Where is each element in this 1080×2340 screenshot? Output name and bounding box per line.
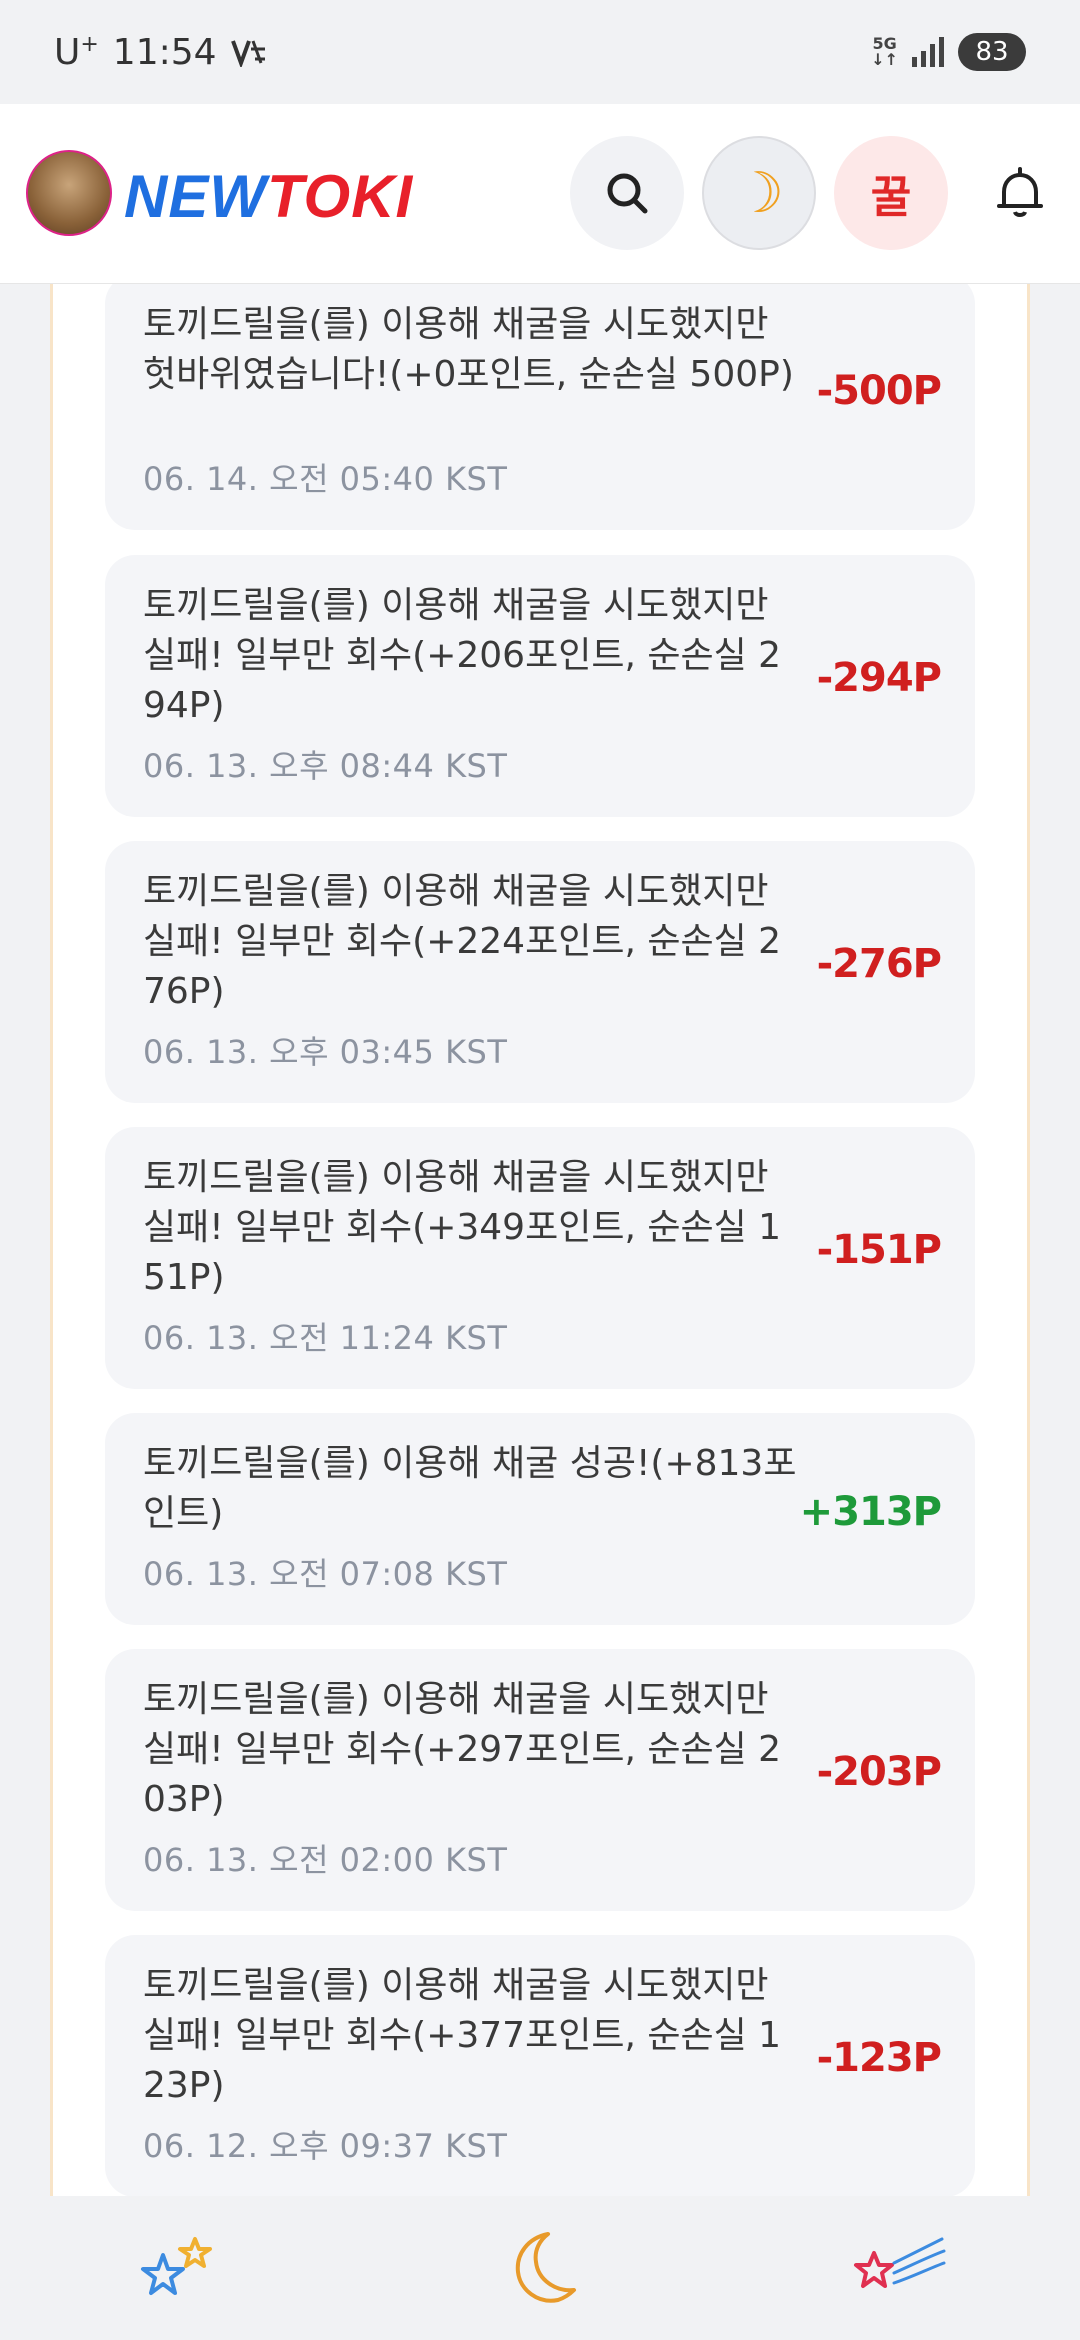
history-date: 06. 13. 오전 02:00 KST [143,1841,508,1879]
network-5g-icon: 5G ↓↑ [871,34,898,69]
history-item: 토끼드릴을(를) 이용해 채굴을 시도했지만 실패! 일부만 회수(+224포인… [105,841,975,1103]
history-item: 토끼드릴을(를) 이용해 채굴을 시도했지만 실패! 일부만 회수(+349포인… [105,1127,975,1389]
nav-moon-button[interactable] [480,2208,600,2328]
moon-icon: ☽ [733,160,785,226]
app-header: NEWTOKI ☽ 꿀 [0,104,1080,284]
history-text: 토끼드릴을(를) 이용해 채굴 성공!(+813포인트) [143,1443,797,1534]
history-item: 토끼드릴을(를) 이용해 채굴을 시도했지만 실패! 일부만 회수(+377포인… [105,1935,975,2196]
history-item: 토끼드릴을(를) 이용해 채굴을 시도했지만 실패! 일부만 회수(+297포인… [105,1649,975,1911]
search-button[interactable] [570,136,684,250]
history-text: 토끼드릴을(를) 이용해 채굴을 시도했지만 실패! 일부만 회수(+206포인… [143,585,782,726]
bell-icon[interactable] [990,164,1050,224]
history-text: 토끼드릴을(를) 이용해 채굴을 시도했지만 실패! 일부만 회수(+377포인… [143,1965,782,2106]
logo-new: NEW [124,163,267,230]
history-date: 06. 14. 오전 05:40 KST [143,460,508,498]
nav-stars-button[interactable] [120,2208,240,2328]
stars-icon [141,2237,212,2295]
history-date: 06. 13. 오전 11:24 KST [143,1319,508,1357]
history-text: 토끼드릴을(를) 이용해 채굴을 시도했지만 실패! 일부만 회수(+297포인… [143,1679,782,1820]
history-amount: -203P [816,1749,942,1795]
history-date: 06. 12. 오후 09:37 KST [143,2127,508,2165]
history-amount: -294P [816,655,942,701]
history-item: 토끼드릴을(를) 이용해 채굴을 시도했지만 헛바위였습니다!(+0포인트, 순… [105,284,975,530]
logo-text[interactable]: NEWTOKI [124,162,413,231]
carrier-label: U+ [54,31,99,73]
bottom-nav [0,2196,1080,2340]
history-amount: -276P [816,941,942,987]
history-date: 06. 13. 오후 03:45 KST [143,1033,508,1071]
status-left: U+ 11:54 [54,32,267,73]
history-amount: +313P [799,1489,942,1535]
logo-toki: TOKI [266,163,414,230]
honey-button[interactable]: 꿀 [834,136,948,250]
honey-label: 꿀 [870,172,912,223]
history-amount: -500P [816,368,942,414]
history-amount: -151P [816,1227,942,1273]
logo-avatar[interactable] [26,150,112,236]
clock: 11:54 [112,31,217,73]
point-history-panel: 토끼드릴을(를) 이용해 채굴을 시도했지만 헛바위였습니다!(+0포인트, 순… [50,284,1030,2196]
history-text: 토끼드릴을(를) 이용해 채굴을 시도했지만 실패! 일부만 회수(+349포인… [143,1157,782,1298]
dark-mode-button[interactable]: ☽ [702,136,816,250]
history-text: 토끼드릴을(를) 이용해 채굴을 시도했지만 실패! 일부만 회수(+224포인… [143,871,782,1012]
history-amount: -123P [816,2035,942,2081]
shooting-star-icon [854,2237,946,2288]
history-date: 06. 13. 오후 08:44 KST [143,747,508,785]
status-right: 5G ↓↑ 83 [871,33,1026,71]
history-date: 06. 13. 오전 07:08 KST [143,1555,508,1593]
moon-icon [515,2232,576,2303]
status-bar: U+ 11:54 5G ↓↑ 83 [0,0,1080,104]
search-icon [607,173,648,214]
battery-indicator: 83 [958,33,1026,71]
history-item: 토끼드릴을(를) 이용해 채굴 성공!(+813포인트) 06. 13. 오전 … [105,1413,975,1625]
nav-shooting-star-button[interactable] [840,2208,960,2328]
vpn-icon [230,40,265,67]
signal-icon [912,37,944,67]
history-item: 토끼드릴을(를) 이용해 채굴을 시도했지만 실패! 일부만 회수(+206포인… [105,555,975,817]
history-text: 토끼드릴을(를) 이용해 채굴을 시도했지만 헛바위였습니다!(+0포인트, 순… [143,304,794,395]
